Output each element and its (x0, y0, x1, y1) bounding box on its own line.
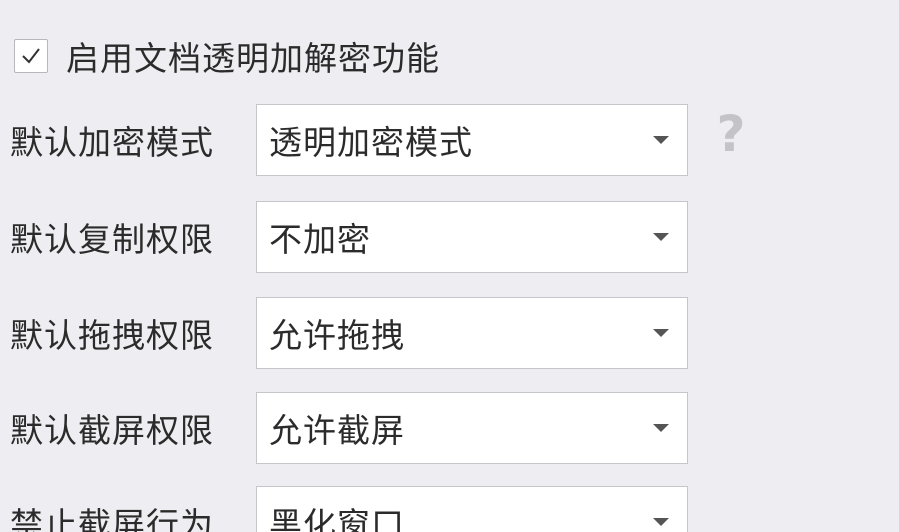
default-drag-permission-value: 允许拖拽 (269, 316, 405, 355)
default-encryption-mode-row: 默认加密模式 透明加密模式 (10, 104, 688, 176)
default-encryption-mode-label: 默认加密模式 (10, 123, 214, 162)
default-encryption-mode-value: 透明加密模式 (269, 123, 473, 162)
default-screenshot-permission-select[interactable]: 允许截屏 (256, 392, 688, 464)
caret-down-icon (653, 329, 669, 337)
default-screenshot-permission-value: 允许截屏 (269, 411, 405, 450)
caret-down-icon (653, 233, 669, 241)
default-copy-permission-select[interactable]: 不加密 (256, 201, 688, 273)
default-screenshot-permission-row: 默认截屏权限 允许截屏 (10, 392, 688, 464)
default-drag-permission-row: 默认拖拽权限 允许拖拽 (10, 297, 688, 369)
default-drag-permission-select[interactable]: 允许拖拽 (256, 297, 688, 369)
enable-encryption-label: 启用文档透明加解密功能 (66, 39, 440, 78)
default-copy-permission-row: 默认复制权限 不加密 (10, 201, 688, 273)
default-copy-permission-label: 默认复制权限 (10, 220, 214, 259)
default-encryption-mode-select[interactable]: 透明加密模式 (256, 104, 688, 176)
help-icon[interactable]: ? (714, 108, 748, 160)
default-screenshot-permission-label: 默认截屏权限 (10, 411, 214, 450)
enable-encryption-option[interactable]: 启用文档透明加解密功能 (14, 36, 440, 78)
caret-down-icon (653, 136, 669, 144)
caret-down-icon (653, 424, 669, 432)
default-copy-permission-value: 不加密 (269, 220, 371, 259)
default-drag-permission-label: 默认拖拽权限 (10, 316, 214, 355)
block-screenshot-behavior-value: 黑化窗口 (269, 505, 405, 532)
enable-encryption-checkbox[interactable] (14, 39, 48, 73)
block-screenshot-behavior-row: 禁止截屏行为 黑化窗口 (10, 486, 688, 532)
checkmark-icon (22, 48, 40, 64)
encryption-settings-panel: 启用文档透明加解密功能 默认加密模式 透明加密模式 ? 默认复制权限 不加密 默… (0, 0, 900, 532)
block-screenshot-behavior-select[interactable]: 黑化窗口 (256, 486, 688, 532)
block-screenshot-behavior-label: 禁止截屏行为 (10, 505, 214, 532)
caret-down-icon (653, 518, 669, 526)
